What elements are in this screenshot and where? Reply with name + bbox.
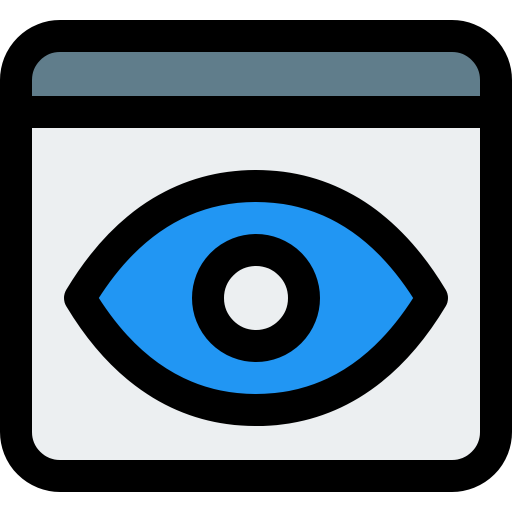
iris [192,234,320,362]
browser-window-eye-icon-svg [0,20,512,492]
browser-window-eye-icon [0,0,512,512]
